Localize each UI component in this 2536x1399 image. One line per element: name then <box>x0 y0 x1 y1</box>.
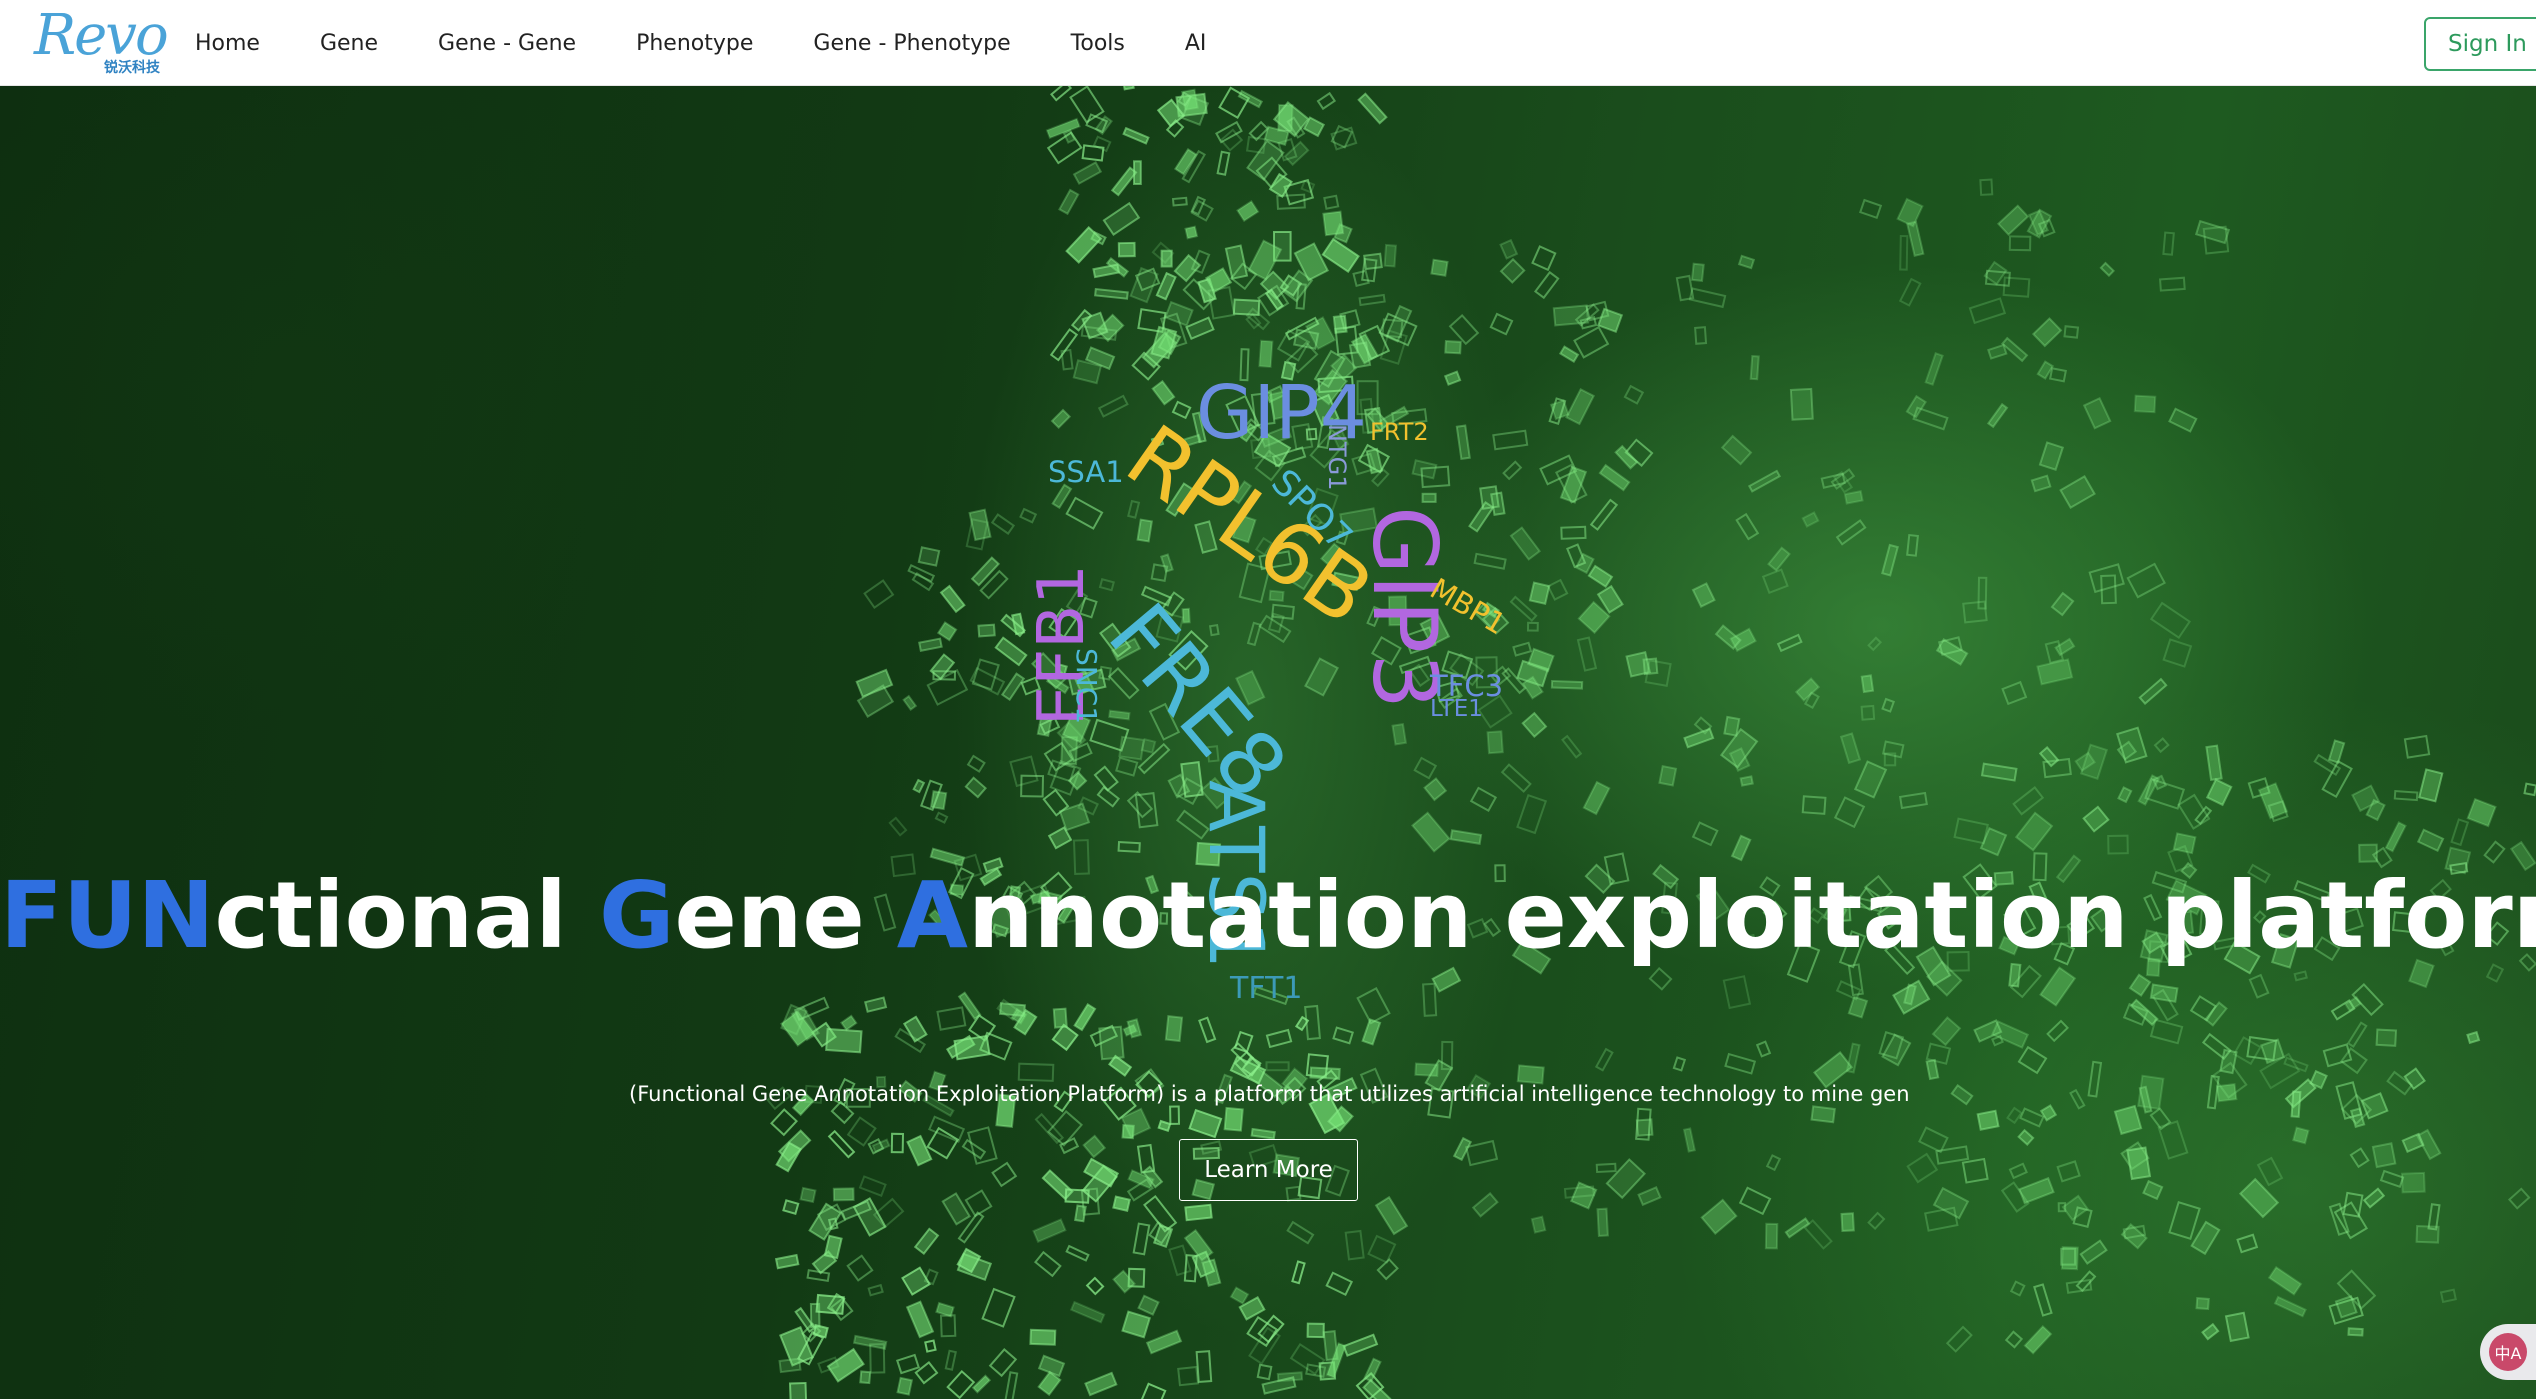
logo-subtitle: 锐沃科技 <box>104 60 160 76</box>
headline-text: nnotation exploitation platform <box>968 862 2536 969</box>
nav-item-home[interactable]: Home <box>195 31 260 56</box>
nav-item-phenotype[interactable]: Phenotype <box>636 31 753 56</box>
nav-item-ai[interactable]: AI <box>1185 31 1207 56</box>
hero-description: A (Functional Gene Annotation Exploitati… <box>626 1082 1910 1106</box>
logo-text: Revo <box>34 3 169 68</box>
headline-accent-a: A <box>896 862 968 969</box>
hero-banner: GIP4 FRT2 RPL6B SSA1 NTG1 SPO7 GIP3 MBP1… <box>0 86 2536 1399</box>
wordcloud-word: FRT2 <box>1370 418 1429 446</box>
wordcloud-word: SNC1 <box>1070 648 1103 725</box>
nav-item-tools[interactable]: Tools <box>1071 31 1125 56</box>
wordcloud-word: NTG1 <box>1323 424 1351 491</box>
sign-in-button[interactable]: Sign In <box>2424 17 2536 71</box>
translate-button[interactable]: 中A <box>2480 1324 2536 1380</box>
headline-accent-fun: FUN <box>0 862 215 969</box>
headline-accent-g: G <box>598 862 675 969</box>
hero-headline: FUNctional Gene Annotation exploitation … <box>0 861 2536 971</box>
revo-logo[interactable]: Revo 锐沃科技 <box>34 3 169 80</box>
wordcloud-word: SSA1 <box>1048 455 1124 489</box>
headline-text: ctional <box>214 862 599 969</box>
translate-icon: 中A <box>2489 1333 2527 1371</box>
gene-word-cloud: GIP4 FRT2 RPL6B SSA1 NTG1 SPO7 GIP3 MBP1… <box>0 86 2536 1399</box>
main-nav: Home Gene Gene - Gene Phenotype Gene - P… <box>195 0 1266 86</box>
headline-text: ene <box>674 862 897 969</box>
wordcloud-word: LTE1 <box>1430 696 1483 722</box>
hero-description-marquee: A (Functional Gene Annotation Exploitati… <box>626 1076 1910 1112</box>
nav-item-gene-gene[interactable]: Gene - Gene <box>438 31 576 56</box>
nav-item-gene[interactable]: Gene <box>320 31 378 56</box>
learn-more-button[interactable]: Learn More <box>1179 1139 1358 1201</box>
wordcloud-word: TFT1 <box>1230 971 1303 1006</box>
top-navbar: Revo 锐沃科技 Home Gene Gene - Gene Phenotyp… <box>0 0 2536 86</box>
nav-item-gene-phenotype[interactable]: Gene - Phenotype <box>813 31 1010 56</box>
